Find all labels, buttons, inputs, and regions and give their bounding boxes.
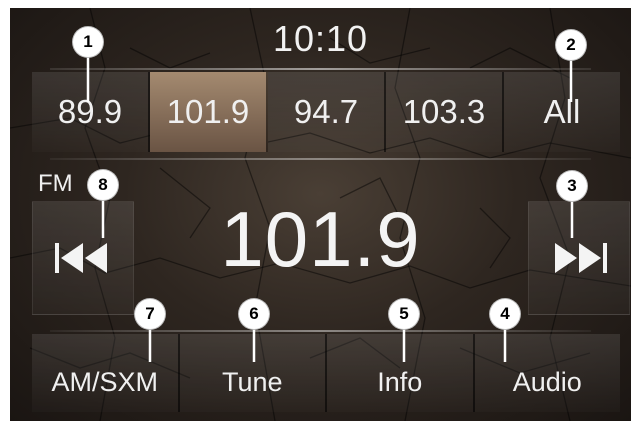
seek-forward-icon: [555, 243, 607, 273]
tune-label: Tune: [221, 367, 283, 397]
callout-badge-7: 7: [135, 299, 165, 329]
all-presets-button[interactable]: All: [504, 72, 620, 152]
callout-badge-8: 8: [88, 170, 118, 200]
preset-3[interactable]: 94.7: [268, 72, 386, 152]
divider: [50, 68, 591, 70]
callout-badge-2: 2: [556, 30, 586, 60]
callout-badge-4: 4: [490, 299, 520, 329]
am-sxm-button[interactable]: AM/SXM: [32, 334, 180, 412]
preset-bar: 89.9 101.9 94.7 103.3 All: [32, 72, 620, 152]
audio-button[interactable]: Audio: [474, 334, 620, 412]
tune-button[interactable]: Tune: [179, 334, 327, 412]
seek-forward-button[interactable]: [528, 201, 630, 315]
audio-label: Audio: [512, 367, 582, 397]
callout-badge-5: 5: [389, 299, 419, 329]
divider: [50, 330, 591, 332]
preset-2[interactable]: 101.9: [150, 72, 268, 152]
preset-1[interactable]: 89.9: [32, 72, 150, 152]
seek-back-button[interactable]: [32, 201, 134, 315]
clock: 10:10: [272, 18, 369, 59]
callout-badge-6: 6: [239, 299, 269, 329]
divider: [50, 158, 591, 160]
info-label: Info: [377, 367, 423, 397]
preset-4[interactable]: 103.3: [386, 72, 504, 152]
bottom-menu: AM/SXM Tune Info Audio: [32, 334, 620, 412]
callout-badge-1: 1: [73, 27, 103, 57]
seek-back-icon: [55, 243, 107, 273]
radio-screen: 10:10 89.9 101.9 94.7 103.3 All FM 101.9…: [10, 8, 631, 421]
callout-badge-3: 3: [557, 171, 587, 201]
am-sxm-label: AM/SXM: [51, 367, 158, 397]
info-button[interactable]: Info: [327, 334, 475, 412]
